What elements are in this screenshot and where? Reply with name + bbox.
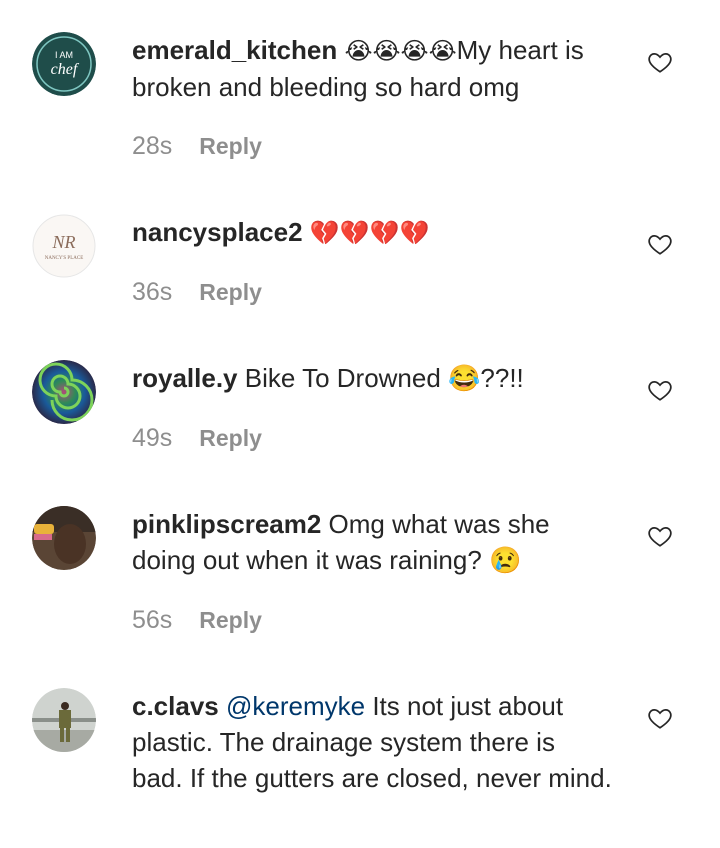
avatar-text: NR <box>51 232 75 252</box>
comment-emoji: 💔💔💔💔 <box>309 219 430 247</box>
avatar[interactable] <box>32 688 96 752</box>
comment-text: Bike To Drowned 😂??!! <box>244 363 524 393</box>
comment-body: nancysplace2 💔💔💔💔 <box>132 214 612 251</box>
avatar[interactable] <box>32 506 96 570</box>
comment-username[interactable]: pinklipscream2 <box>132 509 321 539</box>
comment-time: 36s <box>132 278 173 306</box>
comment-meta: 56s Reply <box>132 606 262 635</box>
comment-meta: 28s Reply <box>132 132 262 161</box>
comment-time: 56s <box>132 606 173 634</box>
comment-time: 49s <box>132 424 173 452</box>
heart-icon[interactable] <box>647 49 673 75</box>
comment-username[interactable]: c.clavs <box>132 691 219 721</box>
reply-button[interactable]: Reply <box>199 425 262 451</box>
comment-body: pinklipscream2 Omg what was she doing ou… <box>132 506 612 578</box>
avatar-text: I AM <box>55 50 73 60</box>
comment-username[interactable]: royalle.y <box>132 363 238 393</box>
comment-meta: 36s Reply <box>132 278 262 307</box>
avatar[interactable]: NR NANCY'S PLACE <box>32 214 96 278</box>
reply-button[interactable]: Reply <box>199 133 262 159</box>
comment-time: 28s <box>132 132 173 160</box>
comment-body: emerald_kitchen 😭😭😭😭My heart is broken a… <box>132 32 612 105</box>
comment-meta: 49s Reply <box>132 424 262 453</box>
heart-icon[interactable] <box>647 377 673 403</box>
avatar[interactable]: I AM chef <box>32 32 96 96</box>
comment-mention[interactable]: @keremyke <box>226 691 365 721</box>
comment-username[interactable]: emerald_kitchen <box>132 35 337 65</box>
heart-icon[interactable] <box>647 523 673 549</box>
heart-icon[interactable] <box>647 705 673 731</box>
comment-emoji: 😭😭😭😭 <box>344 37 457 65</box>
avatar[interactable] <box>32 360 96 424</box>
comment-username[interactable]: nancysplace2 <box>132 217 303 247</box>
heart-icon[interactable] <box>647 231 673 257</box>
comment-body: royalle.y Bike To Drowned 😂??!! <box>132 360 612 396</box>
comment-body: c.clavs @keremyke Its not just about pla… <box>132 688 612 796</box>
reply-button[interactable]: Reply <box>199 279 262 305</box>
reply-button[interactable]: Reply <box>199 607 262 633</box>
avatar-text: NANCY'S PLACE <box>45 256 84 261</box>
avatar-text: chef <box>51 61 80 78</box>
